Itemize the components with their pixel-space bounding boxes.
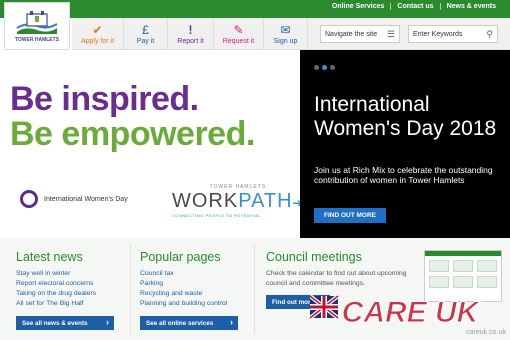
pencil-icon: ✎ xyxy=(233,22,244,37)
workpath-logo: TOWER HAMLETS WORKPATH➔ CONNECTING PEOPL… xyxy=(172,184,304,218)
nav-label: Sign up xyxy=(273,37,298,45)
popular-link[interactable]: Parking xyxy=(140,279,250,289)
contact-us-link[interactable]: Contact us xyxy=(390,3,439,10)
watermark-sub: careuk.co.uk xyxy=(466,329,506,336)
chevron-right-icon: › xyxy=(106,317,109,327)
divider xyxy=(254,244,255,334)
button-label: See all online services xyxy=(146,319,214,327)
popular-link[interactable]: Council tax xyxy=(140,269,250,279)
check-icon: ✔ xyxy=(92,22,103,37)
carousel-dot[interactable] xyxy=(330,65,335,70)
nav-sign-up[interactable]: ✉ Sign up xyxy=(264,18,308,50)
logo-text: TOWER HAMLETS xyxy=(14,36,60,43)
iwd-logo: International Women's Day xyxy=(20,190,128,208)
hero-line-inspired: Be inspired. xyxy=(10,80,199,118)
envelope-icon: ✉ xyxy=(280,22,291,37)
find-out-more-button[interactable]: FIND OUT MORE xyxy=(314,208,386,223)
pound-icon: £ xyxy=(142,22,149,37)
carousel-dot-active[interactable] xyxy=(322,65,327,70)
hero-line-empowered: Be empowered. xyxy=(10,115,255,153)
online-services-link[interactable]: Online Services xyxy=(326,3,391,10)
latest-news-title: Latest news xyxy=(16,250,83,264)
see-all-news-button[interactable]: See all news & events › xyxy=(16,316,114,330)
news-link[interactable]: Taking on the drug dealers xyxy=(16,289,126,299)
news-link[interactable]: Report electoral concerns xyxy=(16,279,126,289)
top-bar: Online Services Contact us News & events xyxy=(0,0,510,18)
nav-report-it[interactable]: ! Report it xyxy=(168,18,214,50)
iwd-symbol-icon xyxy=(20,190,38,208)
navigate-label: Navigate the site xyxy=(325,30,378,38)
search-placeholder: Enter Keywords xyxy=(413,30,463,38)
calendar-header-bar xyxy=(425,251,501,256)
calendar-cell xyxy=(429,276,449,288)
iwd-logo-text: International Women's Day xyxy=(44,195,128,203)
nav-apply-for-it[interactable]: ✔ Apply for it xyxy=(72,18,124,50)
care-uk-watermark: CARE UK careuk.co.uk xyxy=(310,294,506,336)
menu-icon: ☰ xyxy=(386,28,395,39)
nav-label: Pay it xyxy=(136,37,155,45)
news-link[interactable]: Stay well in winter xyxy=(16,269,126,279)
nav-label: Report it xyxy=(177,37,204,45)
calendar-cell xyxy=(429,260,449,272)
chevron-right-icon: › xyxy=(230,317,233,327)
news-link[interactable]: All set for The Big Half xyxy=(16,299,126,309)
popular-link[interactable]: Planning and building control xyxy=(140,299,250,309)
top-links: Online Services Contact us News & events xyxy=(326,3,502,10)
workpath-word2: PATH xyxy=(238,190,293,212)
nav-label: Request it xyxy=(222,37,255,45)
see-all-online-services-button[interactable]: See all online services › xyxy=(140,316,238,330)
button-label: See all news & events xyxy=(22,319,88,327)
site-logo[interactable]: TOWER HAMLETS xyxy=(4,2,70,50)
nav-pay-it[interactable]: £ Pay it xyxy=(124,18,168,50)
calendar-cell xyxy=(477,260,497,272)
calendar-cell xyxy=(453,260,473,272)
search-input[interactable]: Enter Keywords ⚲ xyxy=(408,25,498,43)
council-meetings-body: Check the calendar to find out about upc… xyxy=(266,270,407,287)
popular-link[interactable]: Recycling and waste xyxy=(140,289,250,299)
news-events-link[interactable]: News & events xyxy=(439,3,502,10)
search-icon[interactable]: ⚲ xyxy=(486,29,493,40)
button-label: Find out more xyxy=(272,298,314,306)
council-meetings-title: Council meetings xyxy=(266,250,362,264)
exclamation-icon: ! xyxy=(188,22,193,37)
tower-hamlets-logo-icon xyxy=(16,10,58,34)
carousel-dots xyxy=(314,65,335,70)
workpath-sub: CONNECTING PEOPLE TO POTENTIAL xyxy=(172,213,261,218)
calendar-cell xyxy=(477,276,497,288)
calendar-cell xyxy=(453,276,473,288)
navigate-site-button[interactable]: Navigate the site ☰ xyxy=(320,25,400,43)
divider xyxy=(130,244,131,334)
nav-label: Apply for it xyxy=(80,37,115,45)
popular-pages-title: Popular pages xyxy=(140,250,221,264)
carousel-dot[interactable] xyxy=(314,65,319,70)
nav-request-it[interactable]: ✎ Request it xyxy=(214,18,264,50)
slide-title: International Women's Day 2018 xyxy=(314,93,497,140)
watermark-text: CARE UK xyxy=(342,296,481,329)
main-nav: ✔ Apply for it £ Pay it ! Report it ✎ Re… xyxy=(72,18,510,50)
workpath-word: WORK xyxy=(172,190,239,212)
slide-body: Join us at Rich Mix to celebrate the out… xyxy=(314,165,493,185)
